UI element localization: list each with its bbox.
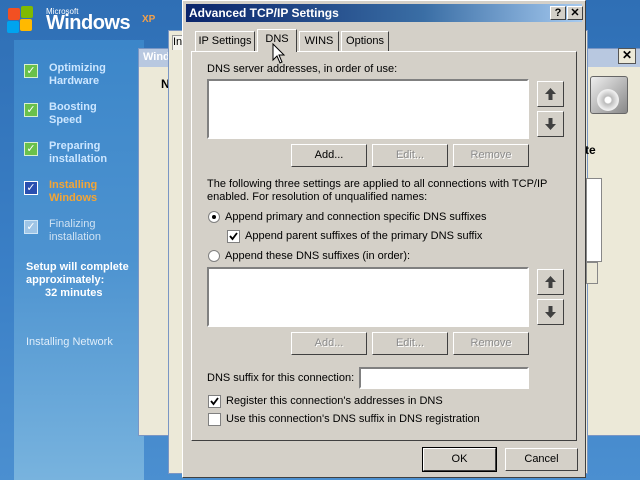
arrow-down-icon	[545, 118, 556, 130]
setup-status-text: Installing Network	[26, 336, 113, 348]
append-primary-radio[interactable]	[208, 211, 220, 223]
edit-dns-server-button[interactable]: Edit...	[372, 144, 448, 167]
tab-options[interactable]: Options	[341, 31, 389, 51]
arrow-up-icon	[545, 88, 556, 100]
connection-suffix-label: DNS suffix for this connection:	[207, 372, 355, 384]
windows-logo: Microsoft Windows XP	[6, 4, 176, 36]
dialog-title-bar[interactable]: Advanced TCP/IP Settings ? ✕	[186, 4, 583, 22]
checkmark-icon	[210, 397, 219, 406]
append-parent-checkbox[interactable]	[227, 230, 240, 243]
check-icon: ✓	[24, 220, 38, 234]
add-dns-server-button[interactable]: Add...	[291, 144, 367, 167]
suffix-move-up-button[interactable]	[537, 269, 564, 295]
append-primary-label[interactable]: Append primary and connection specific D…	[225, 211, 487, 223]
windows-flag-icon	[6, 6, 36, 34]
edit-suffix-button[interactable]: Edit...	[372, 332, 448, 355]
register-addresses-label[interactable]: Register this connection's addresses in …	[226, 395, 443, 407]
mouse-pointer-icon	[272, 43, 286, 64]
arrow-up-icon	[545, 276, 556, 288]
use-suffix-label[interactable]: Use this connection's DNS suffix in DNS …	[226, 413, 480, 425]
register-addresses-checkbox[interactable]	[208, 395, 221, 408]
background-window-text: te	[585, 143, 596, 157]
background-button[interactable]	[586, 262, 598, 284]
setup-time-remaining: Setup will complete approximately: 32 mi…	[26, 261, 129, 299]
background-close-icon[interactable]: ✕	[618, 48, 636, 64]
tab-wins[interactable]: WINS	[299, 31, 339, 51]
dns-servers-label: DNS server addresses, in order of use:	[207, 63, 398, 75]
append-these-label[interactable]: Append these DNS suffixes (in order):	[225, 250, 410, 262]
arrow-down-icon	[545, 306, 556, 318]
info-text-line1: The following three settings are applied…	[207, 178, 548, 190]
check-icon: ✓	[24, 181, 38, 195]
logo-windows-text: Windows	[46, 12, 131, 34]
background-list	[586, 178, 602, 262]
dns-servers-list[interactable]	[207, 79, 529, 139]
logo-xp-text: XP	[142, 14, 156, 25]
tab-ip-settings[interactable]: IP Settings	[195, 31, 255, 51]
move-down-button[interactable]	[537, 111, 564, 137]
network-setup-icon	[590, 76, 628, 114]
remove-suffix-button[interactable]: Remove	[453, 332, 529, 355]
close-button[interactable]: ✕	[567, 6, 583, 20]
move-up-button[interactable]	[537, 81, 564, 107]
check-icon: ✓	[24, 103, 38, 117]
dialog-title: Advanced TCP/IP Settings	[189, 6, 339, 20]
append-parent-label[interactable]: Append parent suffixes of the primary DN…	[245, 230, 482, 242]
use-suffix-checkbox[interactable]	[208, 413, 221, 426]
advanced-tcpip-dialog: Advanced TCP/IP Settings ? ✕ IP Settings…	[182, 0, 586, 478]
checkmark-icon	[229, 232, 238, 241]
append-these-radio[interactable]	[208, 250, 220, 262]
dns-suffix-list[interactable]	[207, 267, 529, 327]
help-button[interactable]: ?	[550, 6, 566, 20]
remove-dns-server-button[interactable]: Remove	[453, 144, 529, 167]
cancel-button[interactable]: Cancel	[505, 448, 578, 471]
add-suffix-button[interactable]: Add...	[291, 332, 367, 355]
suffix-move-down-button[interactable]	[537, 299, 564, 325]
ok-button[interactable]: OK	[422, 447, 497, 472]
check-icon: ✓	[24, 142, 38, 156]
info-text-line2: enabled. For resolution of unqualified n…	[207, 191, 428, 203]
connection-suffix-input[interactable]	[359, 367, 529, 389]
check-icon: ✓	[24, 64, 38, 78]
